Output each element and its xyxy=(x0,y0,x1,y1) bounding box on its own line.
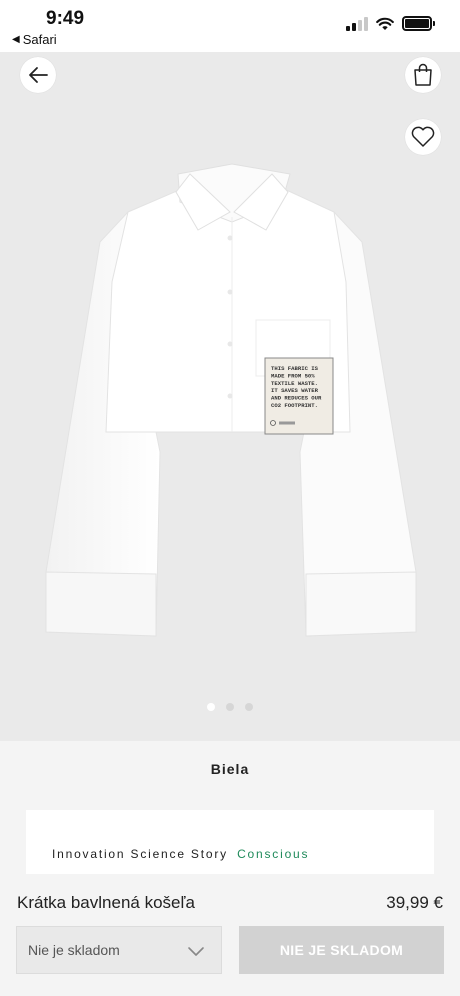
carousel-dots xyxy=(0,703,460,711)
story-label: Innovation Science Story xyxy=(52,847,228,861)
carousel-dot[interactable] xyxy=(245,703,253,711)
story-card[interactable]: Innovation Science Story Conscious xyxy=(26,810,434,874)
product-image-gallery[interactable]: THIS FABRIC IS MADE FROM 50% TEXTILE WASTE… xyxy=(0,52,460,741)
size-select[interactable]: Nie je skladom xyxy=(16,926,222,974)
chevron-down-icon xyxy=(188,947,204,956)
shopping-bag-icon xyxy=(414,63,432,86)
fabric-label-line: CO2 FOOTPRINT. xyxy=(271,402,318,409)
add-to-bag-button[interactable]: NIE JE SKLADOM xyxy=(239,926,444,974)
fabric-label-text: THIS FABRIC ISMADE FROM 50%TEXTILE WASTE… xyxy=(271,365,322,409)
status-time: 9:49 xyxy=(46,8,85,29)
carousel-dot[interactable] xyxy=(207,703,215,711)
product-photo-shirt: THIS FABRIC ISMADE FROM 50%TEXTILE WASTE… xyxy=(45,163,417,637)
status-bar: 9:49 ◀ Safari xyxy=(0,0,460,52)
fabric-label-line: THIS FABRIC IS xyxy=(271,365,319,372)
story-text: Innovation Science Story Conscious xyxy=(52,847,309,861)
size-select-value: Nie je skladom xyxy=(28,942,120,958)
color-name: Biela xyxy=(210,761,250,777)
fabric-label-line: MADE FROM 50% xyxy=(271,372,315,379)
product-name: Krátka bavlnená košeľa xyxy=(17,893,195,912)
back-button[interactable] xyxy=(20,57,56,93)
status-icons xyxy=(346,16,435,31)
battery-icon xyxy=(402,16,435,31)
add-button-label: NIE JE SKLADOM xyxy=(279,942,404,958)
heart-icon xyxy=(411,126,435,147)
fabric-label-line: TEXTILE WASTE. xyxy=(271,380,318,387)
arrow-left-icon xyxy=(29,67,48,83)
wifi-icon xyxy=(376,17,394,30)
carousel-dot[interactable] xyxy=(226,703,234,711)
back-triangle-icon: ◀ xyxy=(12,34,20,45)
favorite-button[interactable] xyxy=(405,119,441,155)
product-info: Biela Innovation Science Story Conscious… xyxy=(0,741,460,996)
cellular-signal-icon xyxy=(346,16,368,31)
fabric-label-line: IT SAVES WATER xyxy=(271,387,319,394)
fabric-label-line: AND REDUCES OUR xyxy=(271,395,322,402)
shopping-bag-button[interactable] xyxy=(405,57,441,93)
back-to-safari-link[interactable]: ◀ Safari xyxy=(12,32,57,47)
product-price: 39,99 € xyxy=(386,893,443,912)
back-app-label: Safari xyxy=(22,32,57,47)
conscious-tag[interactable]: Conscious xyxy=(237,847,309,861)
